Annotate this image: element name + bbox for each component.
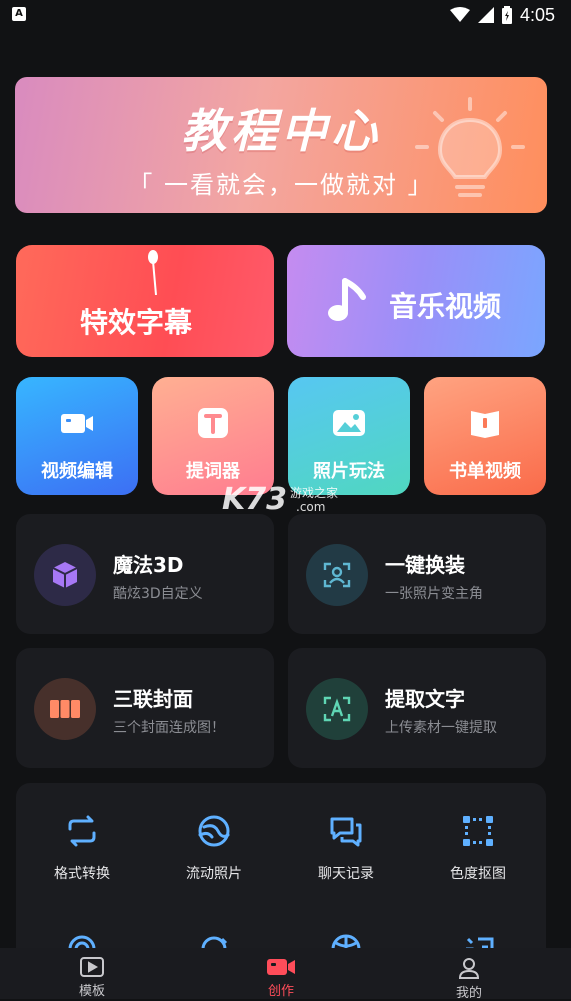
face-scan-icon <box>323 562 351 588</box>
signal-icon <box>477 7 494 23</box>
chat-record-tool[interactable]: 聊天记录 <box>280 813 412 883</box>
video-camera-icon <box>61 414 93 433</box>
booklist-video-card[interactable]: 书单视频 <box>424 377 546 495</box>
triptych-icon-circle <box>34 678 96 740</box>
outfit-swap-icon-circle <box>306 544 368 606</box>
triptych-subtitle: 三个封面连成图！ <box>113 720 225 736</box>
site-watermark: K73 游戏之家 .com <box>222 482 352 517</box>
effect-subtitle-card[interactable]: 特效字幕 <box>16 245 274 357</box>
watermark-site: 游戏之家 <box>290 486 339 500</box>
booklist-video-label: 书单视频 <box>449 461 521 482</box>
tutorial-center-banner[interactable]: 教程中心 「 一看就会，一做就对 」 <box>15 77 547 213</box>
outfit-swap-subtitle: 一张照片变主角 <box>385 586 483 602</box>
profile-icon <box>458 958 480 979</box>
tab-create[interactable]: 创作 <box>221 956 341 999</box>
teleprompter-t-icon <box>198 408 228 438</box>
video-edit-card[interactable]: 视频编辑 <box>16 377 138 495</box>
tab-template-label: 模板 <box>78 984 105 999</box>
extract-text-tile[interactable]: 提取文字 上传素材一键提取 <box>288 648 546 768</box>
photo-play-label: 照片玩法 <box>313 461 385 482</box>
book-icon <box>471 411 499 438</box>
status-bar: A 4:05 <box>0 0 571 30</box>
format-convert-label: 格式转换 <box>54 866 110 882</box>
tab-create-label: 创作 <box>267 984 294 999</box>
flow-photo-tool[interactable]: 流动照片 <box>148 813 280 883</box>
chat-record-label: 聊天记录 <box>318 866 374 882</box>
effect-subtitle-label: 特效字幕 <box>80 306 193 339</box>
magic-3d-tile[interactable]: 魔法3D 酷炫3D自定义 <box>16 514 274 634</box>
bottom-tab-bar: 模板 创作 我的 <box>0 948 571 1001</box>
flow-photo-label: 流动照片 <box>186 866 242 882</box>
chat-icon <box>330 817 362 847</box>
teleprompter-card[interactable]: 提词器 <box>152 377 274 495</box>
extract-text-icon-circle <box>306 678 368 740</box>
watermark-domain: .com <box>296 500 326 514</box>
outfit-swap-tile[interactable]: 一键换装 一张照片变主角 <box>288 514 546 634</box>
triptych-cover-tile[interactable]: 三联封面 三个封面连成图！ <box>16 648 274 768</box>
banner-subtitle: 「 一看就会，一做就对 」 <box>128 171 434 199</box>
chroma-key-icon <box>463 816 493 846</box>
outfit-swap-title: 一键换装 <box>385 553 465 577</box>
app-notification-icon: A <box>12 7 26 21</box>
rose-icon <box>148 250 158 295</box>
tab-mine[interactable]: 我的 <box>409 956 529 1001</box>
watermark-brand: K73 <box>222 482 287 517</box>
video-edit-label: 视频编辑 <box>41 461 113 482</box>
wifi-icon <box>449 7 470 22</box>
triptych-title: 三联封面 <box>113 687 193 711</box>
extract-text-title: 提取文字 <box>385 687 465 711</box>
magic-3d-subtitle: 酷炫3D自定义 <box>113 586 203 602</box>
magic-3d-title: 魔法3D <box>113 553 184 577</box>
text-scan-icon <box>323 696 351 722</box>
status-icons: 4:05 <box>449 3 555 27</box>
flow-photo-icon <box>198 815 230 847</box>
photo-play-card[interactable]: 照片玩法 <box>288 377 410 495</box>
music-note-icon <box>328 278 366 321</box>
photo-icon <box>333 410 365 436</box>
convert-icon <box>68 815 96 847</box>
chroma-key-label: 色度抠图 <box>450 866 506 882</box>
template-play-icon <box>80 957 104 977</box>
battery-icon <box>501 6 512 24</box>
magic-3d-icon-circle <box>34 544 96 606</box>
cube-icon <box>52 562 78 588</box>
music-video-card[interactable]: 音乐视频 <box>287 245 545 357</box>
teleprompter-label: 提词器 <box>186 461 240 482</box>
create-camera-icon <box>267 959 295 975</box>
clock: 4:05 <box>519 4 555 25</box>
extract-text-subtitle: 上传素材一键提取 <box>385 720 497 736</box>
chroma-key-tool[interactable]: 色度抠图 <box>412 813 544 883</box>
tab-mine-label: 我的 <box>455 986 482 1001</box>
format-convert-tool[interactable]: 格式转换 <box>16 813 148 883</box>
tab-template[interactable]: 模板 <box>32 956 152 999</box>
music-video-label: 音乐视频 <box>389 290 502 323</box>
banner-title: 教程中心 <box>181 104 381 158</box>
triptych-icon <box>50 700 80 718</box>
